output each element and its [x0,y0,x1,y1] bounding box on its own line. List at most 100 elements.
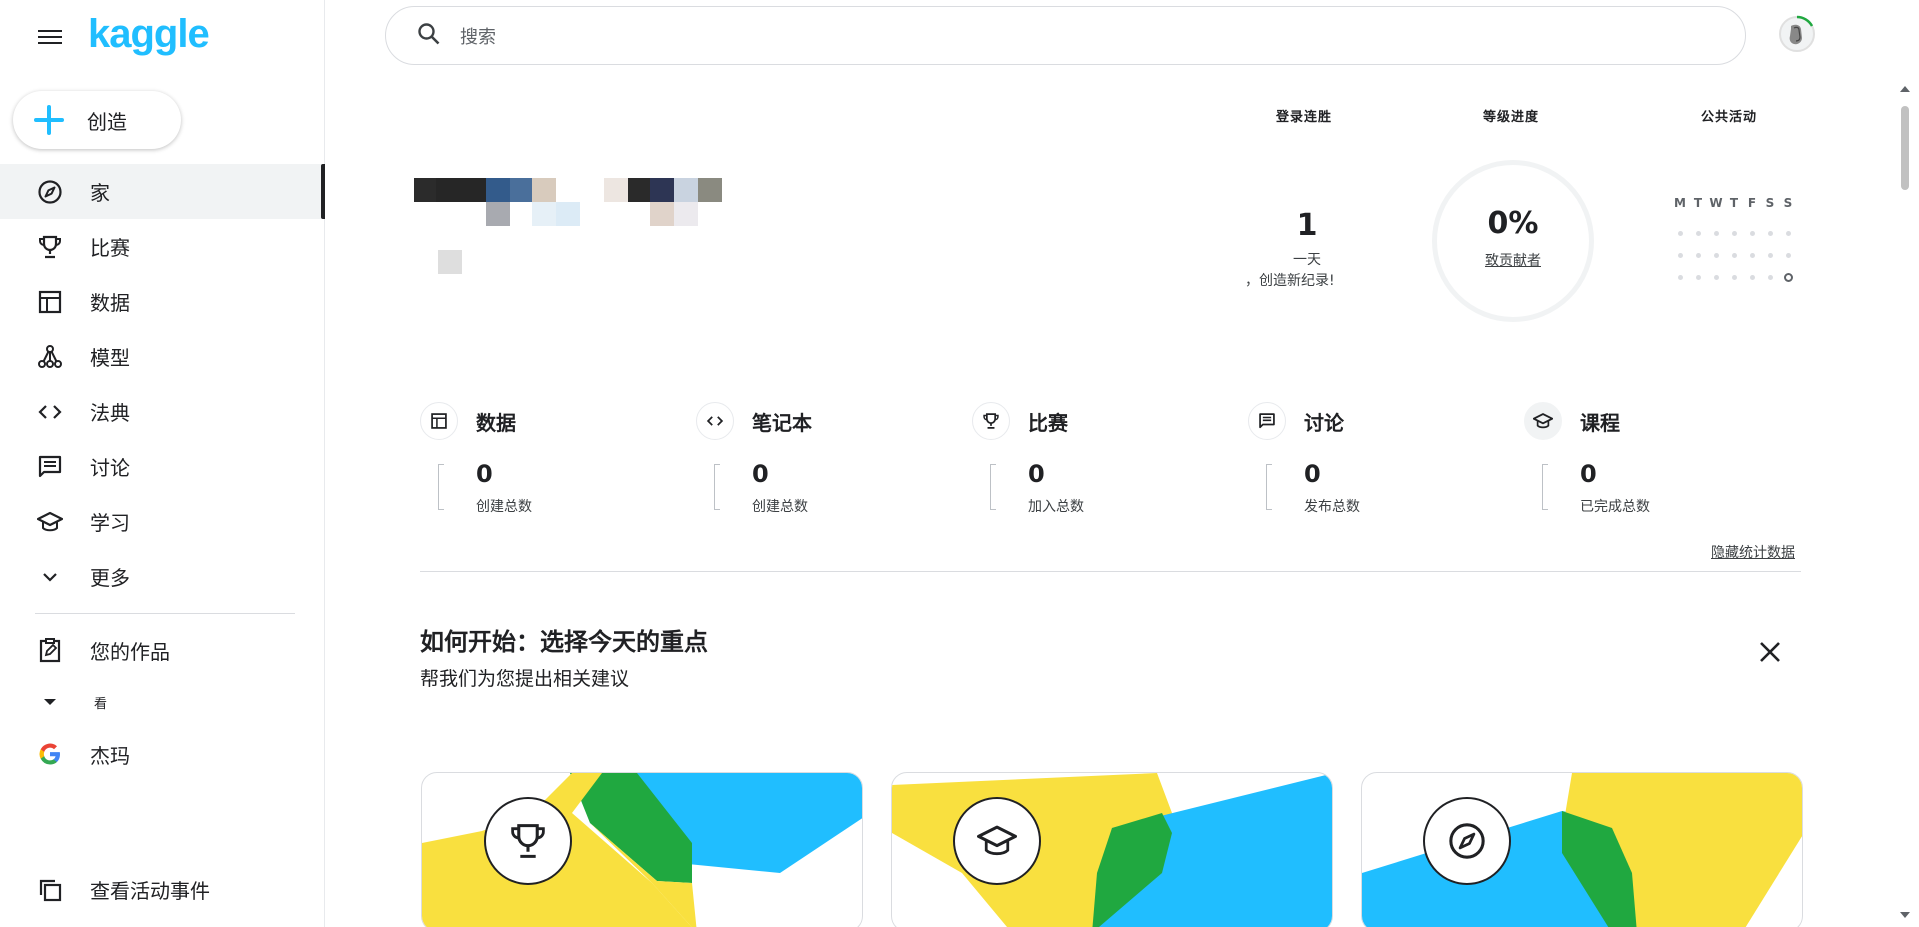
table-icon [36,288,64,316]
model-icon [36,343,64,371]
stat-value: 0 [476,460,493,488]
school-icon [1524,402,1562,440]
sidebar-item-google[interactable]: 杰玛 [0,728,325,780]
level-percent: 0% [1487,206,1539,241]
search-input[interactable]: 搜索 [460,23,496,49]
sidebar-item-label: 您的作品 [90,639,170,664]
level-header: 等级进度 [1483,110,1540,125]
sidebar-item-models[interactable]: 模型 [0,329,325,384]
trophy-icon [36,233,64,261]
caret-down-icon [36,688,64,716]
stat-title: 讨论 [1304,411,1344,435]
compass-icon [36,178,64,206]
stat-subtitle: 发布总数 [1304,499,1360,515]
trophy-icon [972,402,1010,440]
getting-started-title: 如何开始：选择今天的重点 [420,628,708,656]
comment-icon [1248,402,1286,440]
stat-value: 0 [1028,460,1045,488]
table-icon [420,402,458,440]
sidebar-item-label: 学习 [90,511,130,535]
sidebar-item-label: 家 [90,181,110,205]
code-icon [36,398,64,426]
plus-icon [33,104,65,136]
sidebar-item-code[interactable]: 法典 [0,384,325,439]
sidebar-item-home[interactable]: 家 [0,164,325,219]
streak-note: ，创造新纪录! [1245,273,1335,289]
weekday-label: M [1674,196,1686,210]
create-button[interactable]: 创造 [13,91,181,149]
search-bar[interactable]: 搜索 [385,6,1746,65]
kaggle-logo[interactable]: kaggle [88,12,210,57]
create-label: 创造 [87,109,127,134]
chevron-down-icon [36,563,64,591]
sidebar-item-label: 杰玛 [90,743,130,768]
trophy-icon [484,797,572,885]
focus-card-competitions[interactable] [421,772,863,927]
sidebar-divider [35,613,295,614]
stat-title: 笔记本 [752,411,812,435]
sidebar-activity: 查看活动事件 [0,862,325,917]
weekday-label: S [1765,196,1775,210]
sidebar-item-competitions[interactable]: 比赛 [0,219,325,274]
school-icon [953,797,1041,885]
copy-icon [36,876,64,904]
sidebar-item-label: 比赛 [90,236,130,260]
school-icon [36,508,64,536]
level-label[interactable]: 致贡献者 [1432,250,1594,270]
sidebar-item-more[interactable]: 更多 [0,549,325,604]
sidebar-item-label: 查看活动事件 [90,879,210,903]
avatar[interactable] [1777,14,1817,54]
stat-title: 数据 [476,411,516,435]
comment-icon [36,453,64,481]
weekday-label: F [1747,196,1757,210]
stat-value: 0 [1304,460,1321,488]
sidebar-item-label: 法典 [90,401,130,425]
scrollbar[interactable] [1896,82,1914,922]
streak-header: 登录连胜 [1276,110,1333,125]
weekday-label: T [1729,196,1739,210]
stat-title: 比赛 [1028,411,1068,435]
weekday-label: S [1783,196,1793,210]
sidebar-item-datasets[interactable]: 数据 [0,274,325,329]
menu-icon[interactable] [38,26,62,46]
sidebar-item-label: 更多 [90,566,130,590]
stat-value: 0 [752,460,769,488]
sidebar-secondary-nav: 您的作品 看 杰玛 [0,624,325,780]
hide-stats-link[interactable]: 隐藏统计数据 [1711,542,1795,562]
sidebar-nav: 家 比赛 数据 模型 法典 讨论 学习 更多 [0,164,325,604]
google-icon [36,740,64,768]
stat-subtitle: 创建总数 [752,499,808,515]
close-icon[interactable] [1758,640,1782,664]
sidebar-item-view[interactable]: 看 [0,676,325,728]
activity-header: 公共活动 [1701,110,1758,125]
sidebar-item-label: 讨论 [90,456,130,480]
scrollbar-thumb[interactable] [1901,106,1909,190]
focus-card-learn[interactable] [891,772,1333,927]
activity-weekdays: M T W T F S S [1671,196,1797,210]
weekday-label: T [1693,196,1703,210]
today-marker [1783,272,1793,282]
sidebar-item-discussions[interactable]: 讨论 [0,439,325,494]
sidebar: kaggle 创造 家 比赛 数据 模型 法典 讨论 学习 更多 您的作品 看 … [0,0,325,927]
compass-icon [1423,797,1511,885]
sidebar-item-activity[interactable]: 查看活动事件 [0,862,325,917]
sidebar-item-label: 模型 [90,346,130,370]
code-icon [696,402,734,440]
sidebar-item-your-work[interactable]: 您的作品 [0,624,325,676]
streak-value: 1 [1296,208,1318,243]
activity-calendar [1671,222,1797,288]
stat-subtitle: 加入总数 [1028,499,1084,515]
level-progress-ring [1432,160,1594,322]
clipboard-edit-icon [36,636,64,664]
stat-subtitle: 已完成总数 [1580,499,1650,515]
getting-started-subtitle: 帮我们为您提出相关建议 [420,668,630,690]
sidebar-item-learn[interactable]: 学习 [0,494,325,549]
stat-subtitle: 创建总数 [476,499,532,515]
sidebar-item-label: 数据 [90,291,130,315]
streak-unit: 一天 [1293,252,1321,268]
stats-row: 数据 0 创建总数 笔记本 0 创建总数 比赛 0 加入总数 讨论 0 发布总数 [420,400,1800,570]
sidebar-item-label: 看 [94,696,108,712]
search-icon [416,21,442,51]
stat-value: 0 [1580,460,1597,488]
focus-card-explore[interactable] [1361,772,1803,927]
